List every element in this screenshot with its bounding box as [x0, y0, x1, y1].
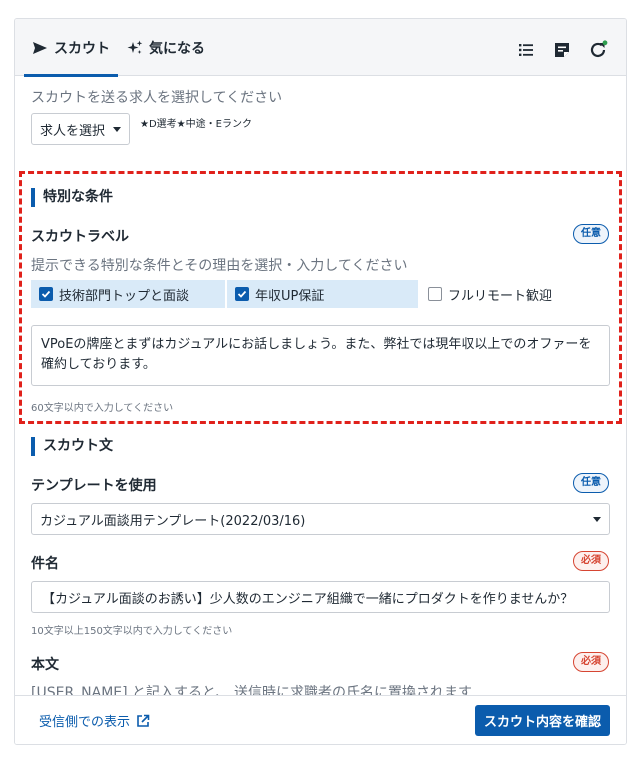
reason-textarea[interactable]: VPoEの牌座とまずはカジュアルにお話しましょう。また、弊社では現年収以上でのオ…	[31, 325, 610, 386]
reason-limit-hint: 60文字以内で入力してください	[31, 403, 174, 414]
tab-scout-label: スカウト	[54, 40, 110, 57]
list-icon[interactable]	[516, 40, 536, 60]
checkbox-unchecked-icon	[428, 287, 442, 301]
option-tech-top-interview[interactable]: 技術部門トップと面談	[31, 280, 225, 308]
tab-bar: スカウト 気になる	[15, 19, 626, 77]
sparkle-icon	[127, 40, 143, 54]
job-select-label: 求人を選択	[40, 123, 106, 139]
external-link-icon	[137, 714, 150, 727]
tab-scout[interactable]: スカウト	[24, 19, 118, 77]
refresh-icon[interactable]	[588, 40, 608, 60]
body-label: 本文	[31, 657, 59, 673]
confirm-scout-button[interactable]: スカウト内容を確認	[474, 705, 610, 736]
subject-limit-hint: 10文字以上150文字以内で入力してください	[31, 626, 233, 637]
option-salary-up[interactable]: 年収UP保証	[227, 280, 418, 308]
template-select[interactable]: カジュアル面談用テンプレート(2022/03/16)	[31, 503, 610, 535]
caret-down-icon	[113, 126, 121, 132]
checkbox-checked-icon	[235, 287, 249, 301]
scout-label-heading: スカウトラベル	[31, 229, 129, 245]
caret-down-icon	[593, 516, 601, 522]
optional-badge: 任意	[573, 224, 609, 244]
tab-like[interactable]: 気になる	[119, 19, 213, 76]
option-label: フルリモート歓迎	[448, 288, 553, 304]
job-filter-note: ★D選考★中途・Eランク	[140, 119, 252, 130]
special-section-title: 特別な条件	[31, 188, 113, 207]
required-badge: 必須	[573, 652, 609, 672]
subject-label: 件名	[31, 556, 59, 572]
send-icon	[33, 41, 47, 54]
template-label: テンプレートを使用	[31, 478, 157, 494]
scout-label-hint: 提示できる特別な条件とその理由を選択・入力してください	[31, 258, 408, 274]
tab-like-label: 気になる	[149, 40, 205, 57]
subject-input[interactable]: 【カジュアル面談のお誘い】少人数のエンジニア組織で一緒にプロダクトを作りませんか…	[31, 581, 610, 613]
footer-bar: 受信側での表示 スカウト内容を確認	[15, 695, 626, 744]
required-badge: 必須	[573, 551, 609, 571]
optional-badge: 任意	[573, 473, 609, 493]
notification-dot	[602, 40, 608, 46]
job-select-hint: スカウトを送る求人を選択してください	[31, 90, 283, 106]
scroll-content[interactable]: スカウトを送る求人を選択してください 求人を選択 ★D選考★中途・Eランク 特別…	[15, 76, 626, 697]
note-icon[interactable]	[552, 40, 572, 60]
option-full-remote[interactable]: フルリモート歓迎	[420, 280, 610, 308]
option-label: 技術部門トップと面談	[59, 288, 190, 304]
checkbox-checked-icon	[39, 287, 53, 301]
preview-link[interactable]: 受信側での表示	[39, 711, 150, 730]
option-label: 年収UP保証	[255, 288, 325, 304]
template-select-value: カジュアル面談用テンプレート(2022/03/16)	[40, 513, 306, 529]
preview-link-label: 受信側での表示	[39, 715, 131, 730]
scout-panel: スカウト 気になる スカウトを送る求人を選択してください 求人を選択 ★D選考★…	[14, 18, 627, 745]
job-select-button[interactable]: 求人を選択	[31, 113, 130, 145]
scout-text-section-title: スカウト文	[31, 437, 113, 456]
